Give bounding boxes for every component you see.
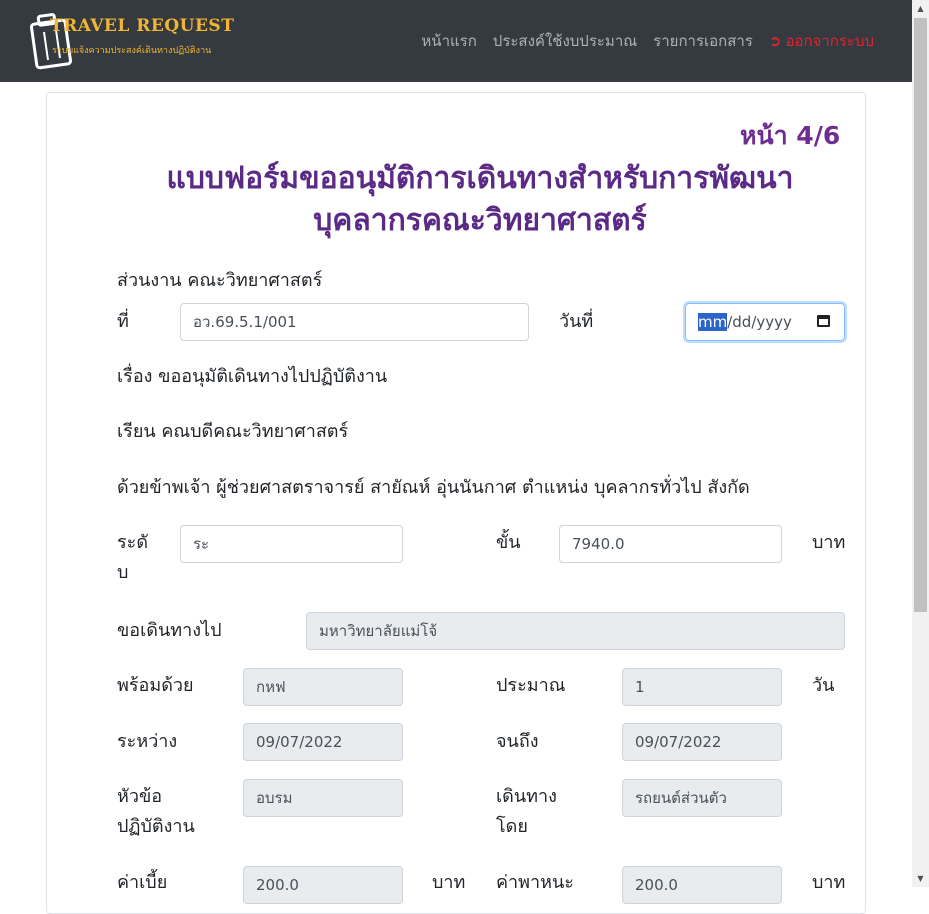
travel-by-label: เดินทาง โดย	[496, 782, 557, 842]
doc-no-input[interactable]: อว.69.5.1/001	[180, 303, 529, 341]
logout-link[interactable]: ➲ ออกจากระบบ	[769, 29, 874, 53]
allowance-input[interactable]: 200.0	[243, 866, 403, 904]
nav-menu: หน้าแรก ประสงค์ใช้งบประมาณ รายการเอกสาร …	[421, 29, 874, 53]
approx-label: ประมาณ	[496, 675, 566, 696]
vertical-scrollbar[interactable]: ▲ ▼	[912, 0, 929, 887]
topic-input[interactable]: อบรม	[243, 779, 403, 817]
until-label: จนถึง	[496, 731, 539, 752]
travel-by-input[interactable]: รถยนต์ส่วนตัว	[622, 779, 782, 817]
form-title-line2: บุคลากรคณะวิทยาศาสตร์	[313, 203, 647, 238]
approx-days-input[interactable]: 1	[622, 668, 782, 706]
form-title: แบบฟอร์มขออนุมัติการเดินทางสำหรับการพัฒน…	[100, 158, 860, 242]
allowance-baht-unit: บาท	[432, 872, 466, 893]
top-navbar: TRAVEL REQUEST ระบบแจ้งความประสงค์เดินทา…	[0, 0, 912, 82]
nav-home-link[interactable]: หน้าแรก	[421, 29, 476, 53]
logo-title: TRAVEL REQUEST	[50, 16, 235, 36]
scroll-up-arrow-icon[interactable]: ▲	[912, 0, 929, 17]
calendar-icon[interactable]	[817, 315, 830, 327]
statement-text: ด้วยข้าพเจ้า ผู้ช่วยศาสตราจารย์ สายัณห์ …	[117, 477, 750, 498]
topic-label-line1: หัวข้อ	[117, 786, 163, 807]
vehicle-input[interactable]: 200.0	[622, 866, 782, 904]
doc-no-label: ที่	[117, 311, 129, 332]
start-date-input[interactable]: 09/07/2022	[243, 723, 403, 761]
nav-documents-link[interactable]: รายการเอกสาร	[653, 29, 753, 53]
end-date-input[interactable]: 09/07/2022	[622, 723, 782, 761]
nav-budget-link[interactable]: ประสงค์ใช้งบประมาณ	[493, 29, 637, 53]
logo-subtitle: ระบบแจ้งความประสงค์เดินทางปฏิบัติงาน	[52, 46, 212, 56]
topic-label-line2: ปฏิบัติงาน	[117, 816, 195, 837]
scroll-down-arrow-icon[interactable]: ▼	[912, 870, 929, 887]
topic-label: หัวข้อ ปฏิบัติงาน	[117, 782, 195, 842]
travel-to-input[interactable]: มหาวิทยาลัยแม่โจ้	[306, 612, 845, 650]
page-number: หน้า 4/6	[740, 121, 841, 150]
level-input[interactable]: ระ	[180, 525, 403, 563]
vehicle-baht-unit: บาท	[812, 872, 846, 893]
allowance-label: ค่าเบี้ย	[117, 872, 168, 893]
sign-out-icon: ➲	[768, 32, 782, 50]
level-label-line1: ระดั	[117, 532, 149, 553]
travel-by-label-line1: เดินทาง	[496, 786, 557, 807]
with-input[interactable]: กหฟ	[243, 668, 403, 706]
logout-label: ออกจากระบบ	[785, 32, 874, 50]
with-label: พร้อมด้วย	[117, 675, 194, 696]
level-label: ระดั บ	[117, 528, 148, 588]
travel-by-label-line2: โดย	[496, 816, 528, 837]
department-text: ส่วนงาน คณะวิทยาศาสตร์	[117, 270, 323, 291]
travel-to-label: ขอเดินทางไป	[117, 620, 222, 641]
date-month-segment[interactable]: mm	[698, 313, 728, 331]
date-rest-segment[interactable]: /dd/yyyy	[727, 313, 792, 331]
vehicle-label: ค่าพาหนะ	[496, 872, 574, 893]
date-input[interactable]: mm/dd/yyyy	[685, 303, 845, 341]
subject-text: เรื่อง ขออนุมัติเดินทางไปปฏิบัติงาน	[117, 366, 388, 387]
step-label: ขั้น	[496, 532, 521, 553]
date-label: วันที่	[559, 311, 594, 332]
between-label: ระหว่าง	[117, 731, 178, 752]
form-title-line1: แบบฟอร์มขออนุมัติการเดินทางสำหรับการพัฒน…	[166, 161, 794, 196]
to-text: เรียน คณบดีคณะวิทยาศาสตร์	[117, 421, 349, 442]
level-label-line2: บ	[117, 562, 129, 583]
step-input[interactable]: 7940.0	[559, 525, 782, 563]
day-unit: วัน	[812, 675, 835, 696]
baht-unit: บาท	[812, 532, 846, 553]
scroll-thumb[interactable]	[914, 18, 927, 612]
